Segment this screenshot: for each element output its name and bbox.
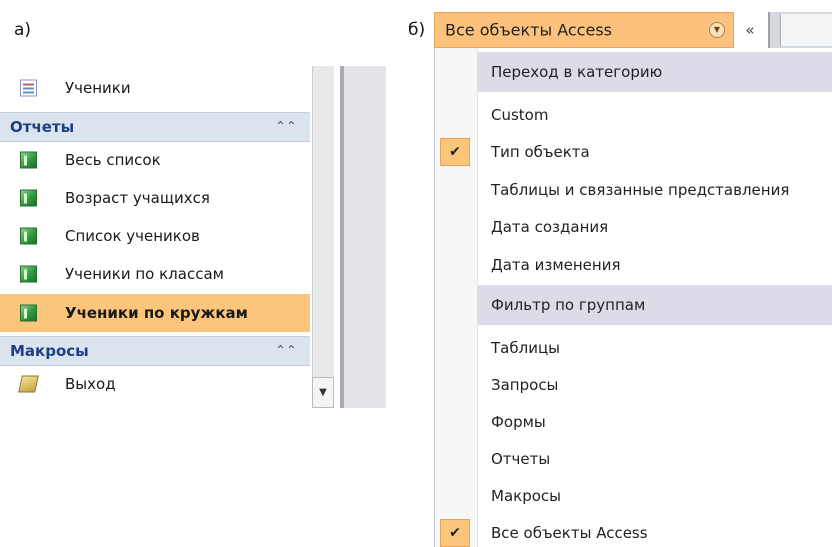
nav-item-label: Ученики по классам — [65, 265, 224, 283]
menu-item-label: Таблицы — [491, 338, 560, 357]
menu-item-label: Отчеты — [491, 449, 551, 468]
menu-section-title: Фильтр по группам — [491, 296, 646, 314]
nav-item-report-student-age[interactable]: Возраст учащихся — [0, 180, 310, 216]
dropdown-arrow-icon[interactable]: ▼ — [709, 22, 725, 38]
menu-item-modified-date[interactable]: Дата изменения — [435, 246, 832, 283]
menu-section-header-category: Переход в категорию — [477, 52, 832, 92]
menu-item-label: Макросы — [491, 486, 561, 505]
group-title: Отчеты — [10, 118, 75, 136]
nav-item-label: Ученики — [65, 79, 131, 97]
checkmark-icon: ✔ — [440, 518, 470, 547]
collapse-chevron-icon[interactable]: ⌃⌃ — [275, 120, 297, 135]
navigation-pane: Ученики Отчеты ⌃⌃ Весь список Возраст уч… — [0, 66, 386, 408]
report-icon — [20, 304, 37, 322]
workspace-edge — [768, 12, 832, 48]
nav-item-label: Список учеников — [65, 227, 200, 245]
scroll-down-button[interactable]: ▼ — [312, 377, 334, 408]
workspace-edge — [344, 66, 386, 408]
menu-item-reports[interactable]: Отчеты — [435, 440, 832, 477]
nav-item-report-full-list[interactable]: Весь список — [0, 142, 310, 178]
group-title: Макросы — [10, 342, 89, 360]
menu-item-label: Дата изменения — [491, 255, 621, 274]
double-chevron-left-icon: « — [745, 21, 755, 39]
report-icon — [20, 151, 37, 169]
menu-item-macros[interactable]: Макросы — [435, 477, 832, 514]
nav-item-label: Выход — [65, 375, 116, 393]
navigation-list: Ученики Отчеты ⌃⌃ Весь список Возраст уч… — [0, 66, 310, 408]
menu-item-queries[interactable]: Запросы — [435, 366, 832, 403]
menu-item-forms[interactable]: Формы — [435, 403, 832, 440]
menu-item-tables-related-views[interactable]: Таблицы и связанные представления — [435, 171, 832, 208]
navigation-pane-header[interactable]: Все объекты Access ▼ — [434, 12, 734, 48]
checkmark-icon: ✔ — [440, 137, 470, 166]
menu-item-created-date[interactable]: Дата создания — [435, 208, 832, 245]
form-icon — [20, 79, 37, 97]
menu-item-label: Дата создания — [491, 217, 609, 236]
menu-item-tables[interactable]: Таблицы — [435, 329, 832, 366]
arrow-down-icon: ▼ — [319, 387, 327, 398]
nav-item-label: Возраст учащихся — [65, 189, 210, 207]
figure-label-b: б) — [408, 20, 426, 40]
header-title: Все объекты Access — [445, 20, 612, 40]
nav-item-report-by-class[interactable]: Ученики по классам — [0, 256, 310, 292]
menu-item-label: Таблицы и связанные представления — [491, 180, 790, 199]
menu-item-label: Формы — [491, 412, 546, 431]
nav-item-label: Весь список — [65, 151, 161, 169]
vertical-scrollbar[interactable] — [312, 66, 334, 408]
figure-label-a: а) — [14, 20, 32, 40]
nav-item-report-by-club[interactable]: Ученики по кружкам — [0, 294, 310, 332]
report-icon — [20, 189, 37, 207]
report-icon — [20, 227, 37, 245]
menu-item-all-access-objects[interactable]: ✔ Все объекты Access — [435, 514, 832, 547]
menu-item-label: Custom — [491, 105, 549, 124]
menu-item-custom[interactable]: Custom — [435, 96, 832, 133]
nav-item-report-student-list[interactable]: Список учеников — [0, 218, 310, 254]
group-header-reports[interactable]: Отчеты ⌃⌃ — [0, 112, 310, 142]
menu-item-label: Все объекты Access — [491, 523, 648, 542]
nav-item-students-form[interactable]: Ученики — [0, 70, 310, 106]
collapse-pane-button[interactable]: « — [736, 12, 764, 48]
category-dropdown-menu: Переход в категорию Custom ✔ Тип объекта… — [434, 48, 832, 547]
group-header-macros[interactable]: Макросы ⌃⌃ — [0, 336, 310, 366]
macro-icon — [18, 375, 39, 393]
menu-item-label: Запросы — [491, 375, 559, 394]
menu-item-object-type[interactable]: ✔ Тип объекта — [435, 133, 832, 170]
menu-section-title: Переход в категорию — [491, 63, 663, 81]
report-icon — [20, 265, 37, 283]
menu-section-header-filter: Фильтр по группам — [477, 285, 832, 325]
nav-item-macro-exit[interactable]: Выход — [0, 366, 310, 402]
collapse-chevron-icon[interactable]: ⌃⌃ — [275, 344, 297, 359]
nav-item-label: Ученики по кружкам — [65, 304, 248, 322]
menu-item-label: Тип объекта — [491, 142, 590, 161]
